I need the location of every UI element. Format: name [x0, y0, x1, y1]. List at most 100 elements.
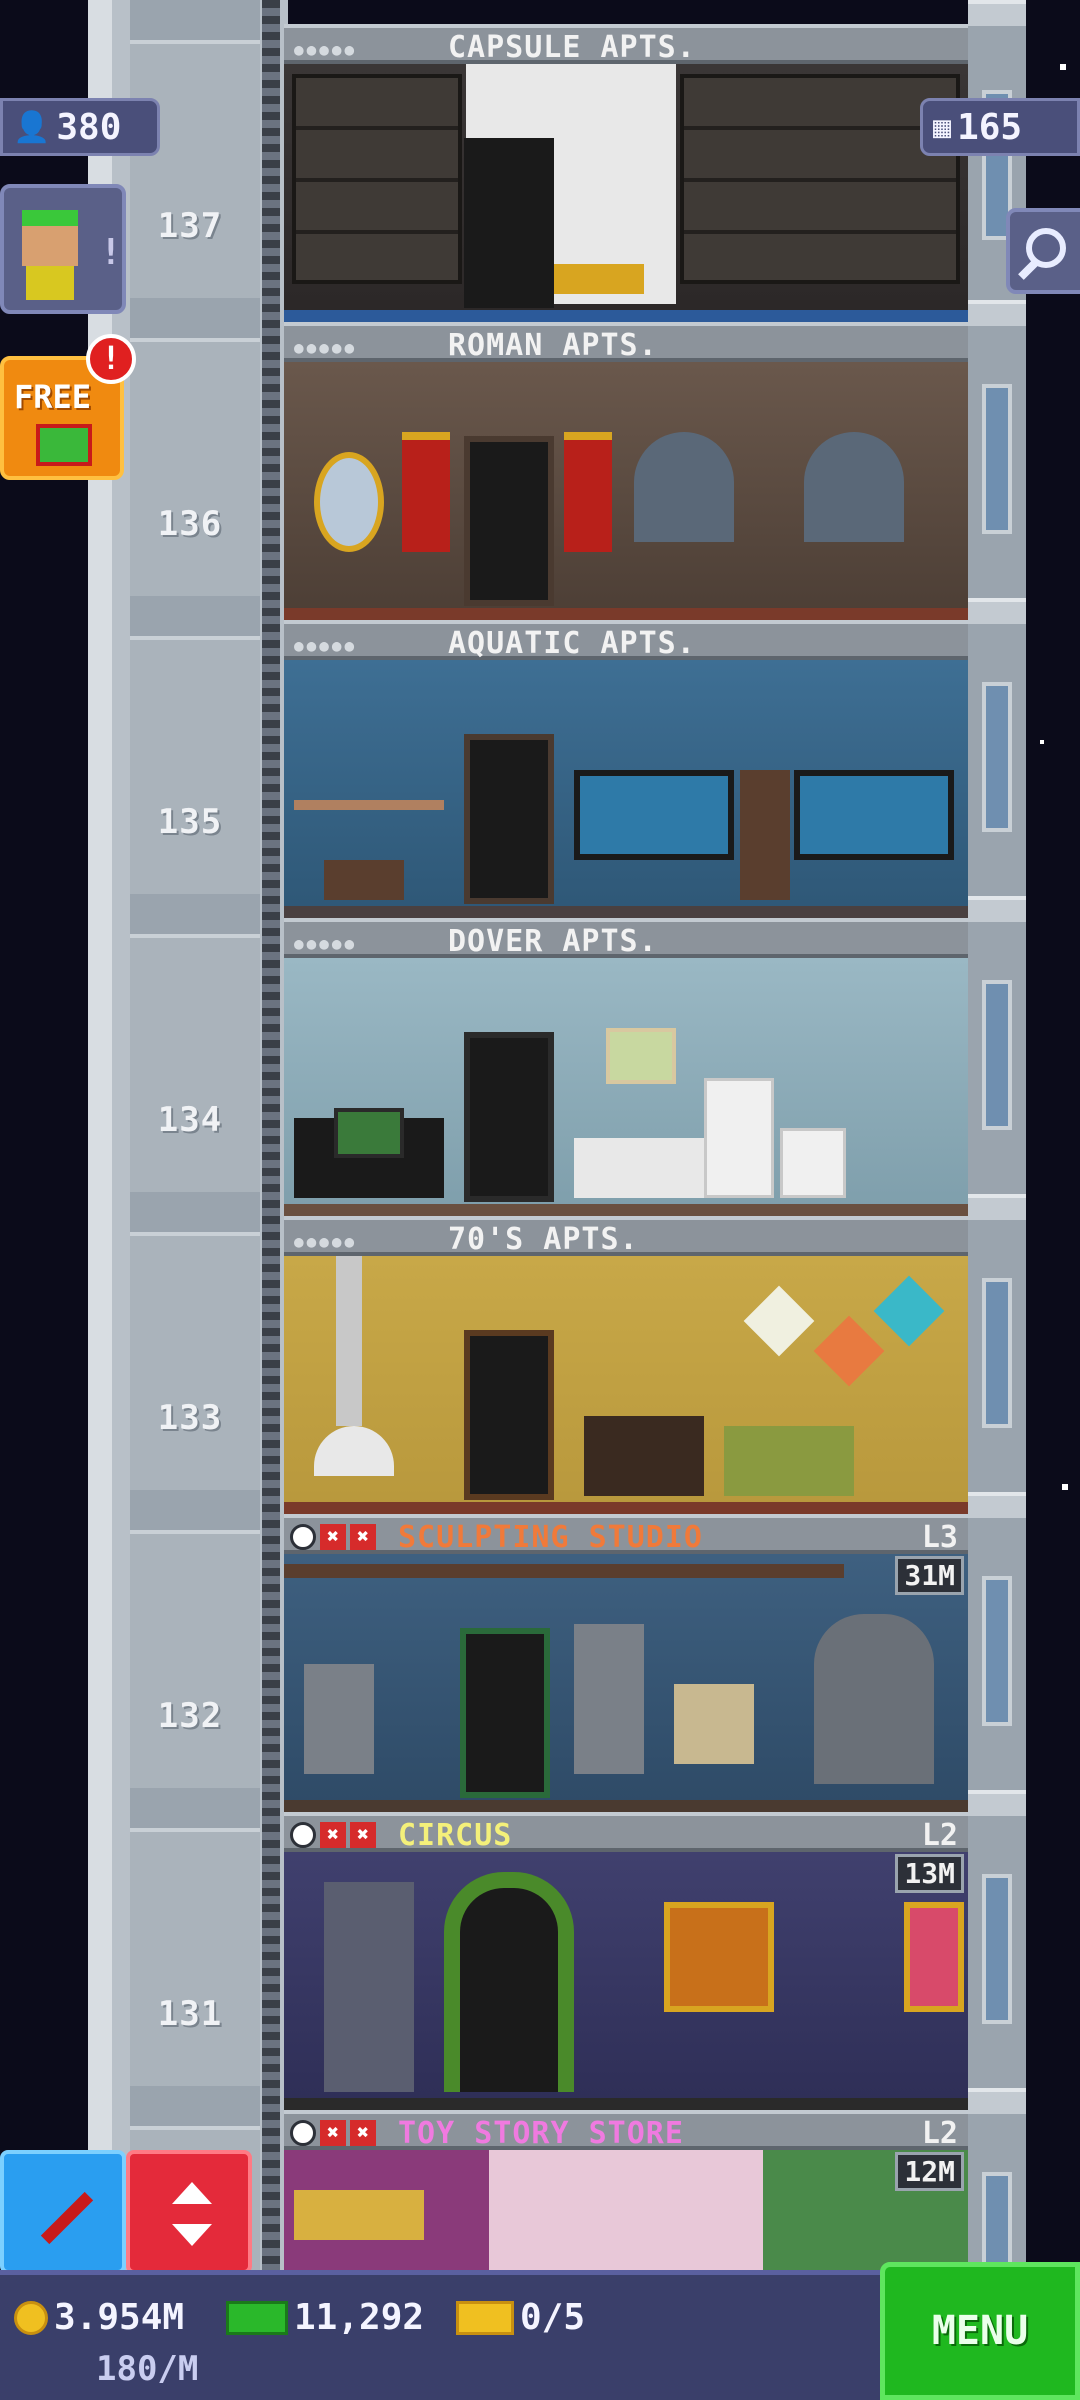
- wall-ledge: [968, 896, 1026, 922]
- wall-window: [982, 1874, 1012, 2024]
- stock-label: 13M: [895, 1854, 964, 1893]
- door: [464, 1330, 554, 1500]
- coin-icon: [14, 2300, 48, 2335]
- floors-counter[interactable]: ▦ 165: [920, 98, 1080, 156]
- floor-dover-apts[interactable]: ●●●●● DOVER APTS.: [284, 918, 968, 1216]
- floor-toy-story-store[interactable]: ✖ ✖ TOY STORY STORE L2 12M: [284, 2110, 968, 2270]
- vine-arch: [444, 1872, 574, 2092]
- shelf: [294, 800, 444, 810]
- population-counter[interactable]: 👤 380: [0, 98, 160, 156]
- floor-capsule-apts[interactable]: ●●●●● CAPSULE APTS.: [284, 24, 968, 322]
- bux-icon: [226, 2300, 288, 2335]
- floor-interior: [284, 1256, 968, 1514]
- wall-ledge: [968, 300, 1026, 326]
- floor-level: L3: [921, 1520, 958, 1555]
- floor-interior: [284, 660, 968, 918]
- floor-number: 132: [157, 1696, 223, 1736]
- tiger-poster: [664, 1902, 774, 2012]
- rocket-button[interactable]: [0, 2150, 126, 2274]
- floor-title: CAPSULE APTS.: [448, 30, 696, 65]
- floor-level: L2: [921, 2116, 958, 2151]
- statue: [574, 1624, 644, 1774]
- floor-number: 136: [157, 504, 223, 544]
- floor-title: CIRCUS: [398, 1818, 513, 1853]
- wall-ledge: [968, 0, 1026, 26]
- wall-ledge: [968, 1790, 1026, 1816]
- capsule-beds-right: [680, 74, 960, 284]
- floor-header: ✖ ✖ TOY STORY STORE L2: [284, 2110, 968, 2151]
- floor-number: 133: [157, 1398, 223, 1438]
- bitizen-avatar-button[interactable]: !: [0, 184, 126, 314]
- floor-aquatic-apts[interactable]: ●●●●● AQUATIC APTS.: [284, 620, 968, 918]
- star: [1060, 64, 1066, 70]
- banner: [402, 432, 450, 552]
- bookcase: [740, 770, 790, 900]
- arched-window: [804, 432, 904, 542]
- wall-window: [982, 384, 1012, 534]
- tickets-stat[interactable]: 0/5: [456, 2297, 585, 2338]
- shelf: [674, 1684, 754, 1764]
- magnifier-handle: [1018, 260, 1038, 280]
- exclamation-icon: !: [100, 232, 122, 273]
- floor-header: ●●●●● ROMAN APTS.: [284, 322, 968, 363]
- wall-window: [982, 1576, 1012, 1726]
- free-label: FREE: [14, 378, 92, 416]
- tv-set: [584, 1416, 704, 1496]
- stock-empty-icon: ✖: [350, 2120, 376, 2146]
- wall-decor-flower: [873, 1275, 945, 1347]
- stock-empty-icon: ✖: [350, 1822, 376, 1848]
- stock-label: 31M: [895, 1556, 964, 1595]
- bitizen-avatar-icon: [22, 210, 78, 266]
- door: [464, 1032, 554, 1202]
- business-status-icons: ✖ ✖: [290, 2120, 376, 2146]
- star: [1040, 740, 1044, 744]
- painting: [606, 1028, 676, 1084]
- floor-roman-apts[interactable]: ●●●●● ROMAN APTS.: [284, 322, 968, 620]
- banner: [564, 432, 612, 552]
- floor-circus[interactable]: ✖ ✖ CIRCUS L2 13M: [284, 1812, 968, 2110]
- wall-window: [982, 1278, 1012, 1428]
- floor-title: TOY STORY STORE: [398, 2116, 684, 2151]
- down-arrow-icon: [172, 2224, 212, 2246]
- wall-ledge: [968, 2088, 1026, 2114]
- building-icon: ▦: [933, 109, 952, 145]
- stock-label: 12M: [895, 2152, 964, 2191]
- aquarium: [794, 770, 954, 860]
- coins-stat[interactable]: 3.954M: [14, 2297, 184, 2338]
- alert-badge: !: [86, 334, 136, 384]
- floor-70s-apts[interactable]: ●●●●● 70'S APTS.: [284, 1216, 968, 1514]
- clock-icon: [290, 1822, 316, 1848]
- residents-indicator: ●●●●●: [294, 40, 358, 59]
- door: [464, 436, 554, 606]
- floor-header: ●●●●● DOVER APTS.: [284, 918, 968, 959]
- floor-header: ●●●●● 70'S APTS.: [284, 1216, 968, 1257]
- floor-sculpting-studio[interactable]: ✖ ✖ SCULPTING STUDIO L3 31M: [284, 1514, 968, 1812]
- bux-stat[interactable]: 11,292: [226, 2297, 424, 2338]
- wall-window: [982, 980, 1012, 1130]
- floor-title: ROMAN APTS.: [448, 328, 658, 363]
- bitizen-body: [26, 266, 74, 300]
- door: [464, 734, 554, 904]
- search-button[interactable]: [1006, 208, 1080, 294]
- tickets-value: 0/5: [520, 2297, 586, 2338]
- door: [460, 1628, 550, 1798]
- mirror: [314, 452, 384, 552]
- residents-indicator: ●●●●●: [294, 338, 358, 357]
- floor-interior: [284, 2150, 968, 2270]
- stock-empty-icon: ✖: [320, 1524, 346, 1550]
- elevator-updown-button[interactable]: [126, 2150, 252, 2274]
- floor-title: 70'S APTS.: [448, 1222, 639, 1257]
- income-rate: 180/M: [96, 2349, 199, 2389]
- floor-header: ●●●●● CAPSULE APTS.: [284, 24, 968, 65]
- floor-interior: [284, 362, 968, 620]
- floor-interior: [284, 1554, 968, 1812]
- menu-button[interactable]: MENU: [880, 2262, 1080, 2400]
- stock-empty-icon: ✖: [320, 2120, 346, 2146]
- wall-decor-flower: [743, 1285, 815, 1357]
- coins-value: 3.954M: [54, 2297, 185, 2338]
- sofa: [554, 264, 644, 294]
- stove: [780, 1128, 846, 1198]
- floor-number: 134: [157, 1100, 223, 1140]
- toy-blocks: [294, 2190, 424, 2240]
- arched-window: [634, 432, 734, 542]
